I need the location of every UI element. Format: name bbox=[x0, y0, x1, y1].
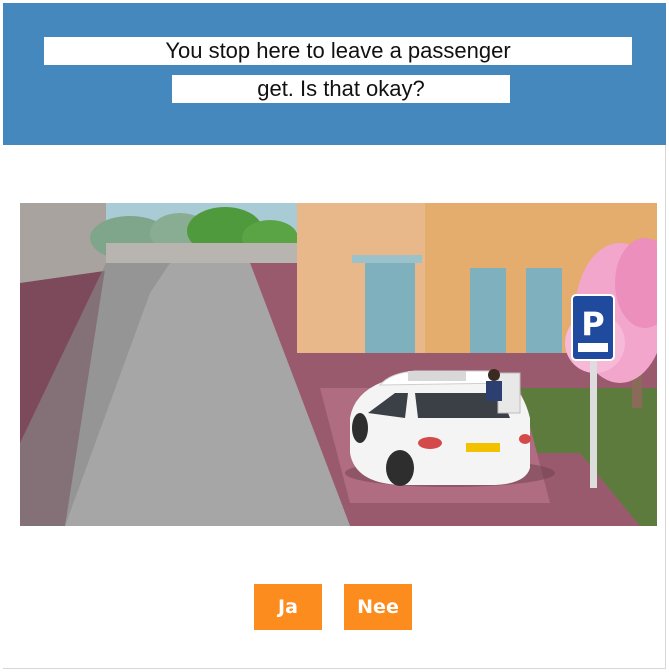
question-text-line-1: You stop here to leave a passenger bbox=[44, 37, 632, 65]
question-header bbox=[3, 3, 666, 145]
question-text-line-2: get. Is that okay? bbox=[172, 75, 510, 103]
answer-yes-button[interactable]: Ja bbox=[254, 584, 322, 630]
svg-text:P: P bbox=[581, 305, 604, 343]
traffic-scene-illustration: P bbox=[20, 203, 657, 526]
answer-no-button[interactable]: Nee bbox=[344, 584, 412, 630]
